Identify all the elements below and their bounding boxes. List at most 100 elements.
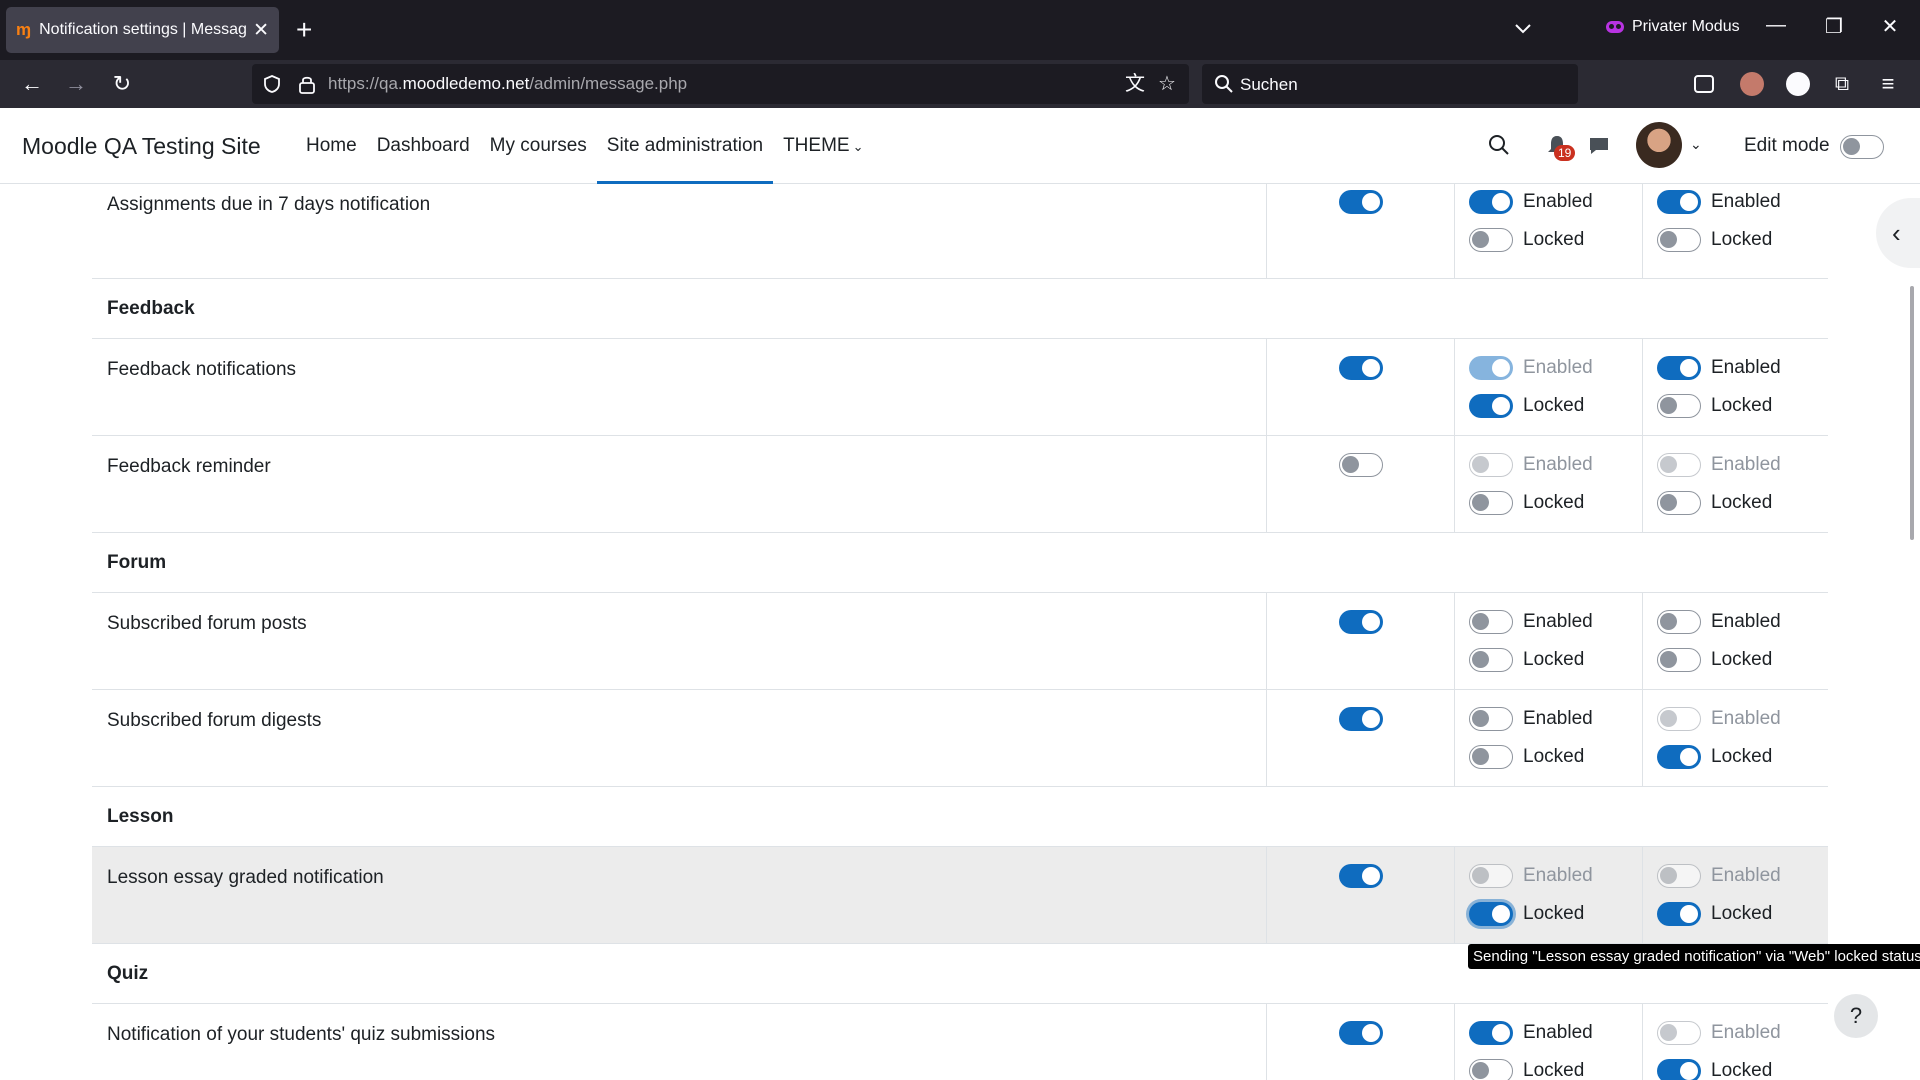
help-button[interactable]: ?: [1834, 994, 1878, 1038]
email-locked-toggle[interactable]: [1657, 648, 1701, 672]
email-locked-toggle[interactable]: [1657, 902, 1701, 926]
web-locked-toggle[interactable]: [1469, 394, 1513, 418]
table-row: Lesson essay graded notification Enabled…: [92, 847, 1828, 944]
nav-theme[interactable]: THEME ⌄: [773, 108, 873, 184]
locked-label: Locked: [1711, 229, 1773, 250]
web-locked-toggle[interactable]: [1469, 902, 1513, 926]
enabled-label: Enabled: [1711, 611, 1781, 632]
nav-dashboard[interactable]: Dashboard: [367, 108, 480, 184]
web-locked: Locked: [1469, 1059, 1584, 1080]
url-bar[interactable]: https://qa.moodledemo.net/admin/message.…: [252, 64, 1189, 104]
email-enabled-toggle[interactable]: [1657, 610, 1701, 634]
forward-arrow-icon[interactable]: →: [60, 68, 92, 100]
notification-enabled-toggle[interactable]: [1339, 707, 1383, 731]
bookmark-star-icon[interactable]: ☆: [1156, 73, 1178, 95]
processor-web-cell: Enabled Locked: [1454, 184, 1642, 278]
close-tab-icon[interactable]: ✕: [253, 19, 269, 42]
email-enabled-toggle[interactable]: [1657, 1021, 1701, 1045]
email-locked: Locked: [1657, 648, 1772, 672]
menu-hamburger-icon[interactable]: ≡: [1872, 68, 1904, 100]
email-enabled-toggle[interactable]: [1657, 453, 1701, 477]
extensions-puzzle-icon[interactable]: ⧉: [1826, 68, 1858, 100]
locked-label: Locked: [1523, 1060, 1585, 1080]
processor-web-cell: Enabled Locked: [1454, 690, 1642, 786]
chat-bubble-icon[interactable]: [1588, 135, 1610, 157]
close-window-icon[interactable]: ✕: [1870, 14, 1910, 39]
web-enabled-toggle[interactable]: [1469, 864, 1513, 888]
user-avatar[interactable]: [1636, 122, 1682, 168]
page-scrollbar[interactable]: [1910, 286, 1914, 540]
site-name[interactable]: Moodle QA Testing Site: [22, 133, 261, 160]
web-locked-toggle[interactable]: [1469, 491, 1513, 515]
reload-icon[interactable]: ↻: [106, 68, 138, 100]
notification-enabled-toggle[interactable]: [1339, 356, 1383, 380]
pocket-icon[interactable]: [1694, 75, 1714, 93]
back-arrow-icon[interactable]: ←: [16, 68, 48, 100]
notification-enabled-toggle[interactable]: [1339, 453, 1383, 477]
web-enabled-toggle[interactable]: [1469, 190, 1513, 214]
enabled-label: Enabled: [1711, 191, 1781, 212]
email-enabled-toggle[interactable]: [1657, 864, 1701, 888]
default-cell: [1266, 847, 1454, 943]
processor-email-cell: Enabled Locked: [1642, 1004, 1828, 1080]
nav-my-courses[interactable]: My courses: [480, 108, 597, 184]
private-mask-icon: [1606, 21, 1624, 33]
row-name-cell: Feedback reminder: [92, 436, 1266, 532]
list-all-tabs-icon[interactable]: [1512, 14, 1534, 44]
minimize-window-icon[interactable]: —: [1756, 14, 1796, 37]
category-label: Forum: [107, 552, 167, 573]
moodle-favicon-icon: ɱ: [16, 20, 32, 39]
notification-enabled-toggle[interactable]: [1339, 1021, 1383, 1045]
email-locked-toggle[interactable]: [1657, 1059, 1701, 1080]
email-enabled-toggle[interactable]: [1657, 190, 1701, 214]
user-menu-chevron-icon[interactable]: ⌄: [1690, 136, 1702, 153]
email-enabled-toggle[interactable]: [1657, 707, 1701, 731]
nav-home[interactable]: Home: [296, 108, 367, 184]
web-enabled-toggle[interactable]: [1469, 356, 1513, 380]
web-locked-toggle[interactable]: [1469, 228, 1513, 252]
tracking-shield-icon[interactable]: [262, 74, 282, 94]
row-name-cell: Subscribed forum digests: [92, 690, 1266, 786]
restore-window-icon[interactable]: ❐: [1814, 14, 1854, 39]
web-enabled-toggle[interactable]: [1469, 610, 1513, 634]
notification-enabled-toggle[interactable]: [1339, 190, 1383, 214]
processor-email-cell: Enabled Locked: [1642, 593, 1828, 689]
email-locked-toggle[interactable]: [1657, 745, 1701, 769]
search-icon[interactable]: [1488, 134, 1510, 156]
notification-enabled-toggle[interactable]: [1339, 610, 1383, 634]
open-block-drawer-button[interactable]: ‹: [1876, 198, 1920, 268]
web-locked-toggle[interactable]: [1469, 745, 1513, 769]
web-locked-toggle[interactable]: [1469, 648, 1513, 672]
category-row-feedback: Feedback: [92, 279, 1828, 339]
extension-avatar-icon[interactable]: [1740, 72, 1764, 96]
extension-blocker-icon[interactable]: [1786, 72, 1810, 96]
web-enabled-toggle[interactable]: [1469, 1021, 1513, 1045]
enabled-label: Enabled: [1523, 708, 1593, 729]
default-cell: [1266, 593, 1454, 689]
locked-label: Locked: [1523, 903, 1585, 924]
browser-tab-active[interactable]: ɱ Notification settings | Messagin ✕: [6, 7, 279, 53]
web-enabled-toggle[interactable]: [1469, 707, 1513, 731]
email-locked: Locked: [1657, 491, 1772, 515]
edit-mode-toggle[interactable]: [1840, 135, 1884, 159]
browser-search-bar[interactable]: Suchen: [1202, 64, 1578, 104]
email-locked-toggle[interactable]: [1657, 394, 1701, 418]
lock-icon[interactable]: [298, 74, 316, 94]
email-enabled: Enabled: [1657, 190, 1781, 214]
nav-site-administration[interactable]: Site administration: [596, 108, 774, 184]
web-enabled-toggle[interactable]: [1469, 453, 1513, 477]
private-mode-indicator: Privater Modus: [1606, 18, 1740, 36]
url-text: https://qa.moodledemo.net/admin/message.…: [328, 74, 688, 93]
email-enabled-toggle[interactable]: [1657, 356, 1701, 380]
nav-theme-label: THEME: [783, 135, 850, 156]
email-locked-toggle[interactable]: [1657, 491, 1701, 515]
web-locked-toggle[interactable]: [1469, 1059, 1513, 1080]
table-row: Subscribed forum digests Enabled Locked: [92, 690, 1828, 787]
email-locked-toggle[interactable]: [1657, 228, 1701, 252]
enabled-label: Enabled: [1523, 357, 1593, 378]
notification-enabled-toggle[interactable]: [1339, 864, 1383, 888]
tab-title: Notification settings | Messagin: [39, 21, 248, 38]
web-locked: Locked: [1469, 902, 1584, 926]
translate-icon[interactable]: 文: [1124, 73, 1146, 95]
new-tab-button[interactable]: +: [296, 14, 312, 46]
